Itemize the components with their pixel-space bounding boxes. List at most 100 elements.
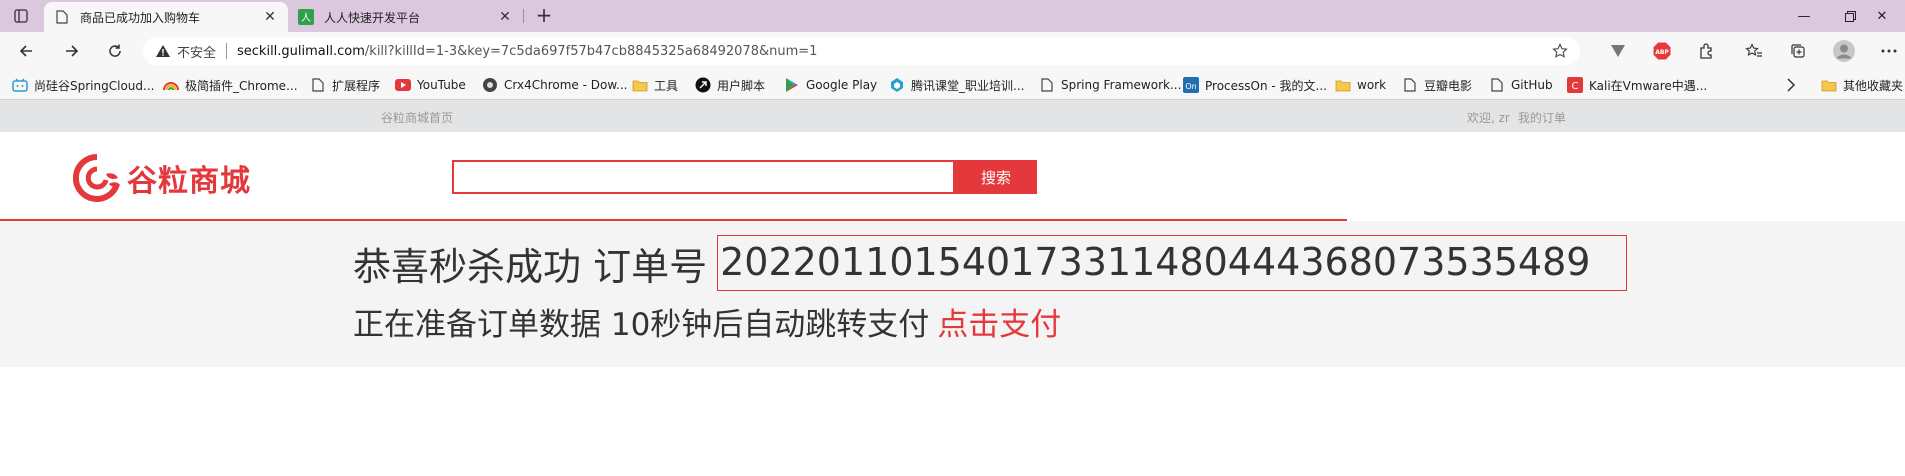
profile-avatar-icon[interactable] — [1832, 39, 1856, 63]
bookmark-label: 极简插件_Chrome... — [185, 78, 298, 93]
tencent-classroom-icon — [889, 77, 905, 93]
url-host: seckill.gulimall.com — [237, 43, 365, 59]
close-icon[interactable]: ✕ — [497, 9, 513, 25]
bookmark-label: 其他收藏夹 — [1843, 78, 1904, 93]
minimize-icon[interactable]: — — [1781, 0, 1827, 32]
bookmark-label: 尚硅谷SpringCloud... — [34, 78, 155, 93]
bookmark-label: ProcessOn - 我的文... — [1205, 78, 1327, 93]
page-icon — [310, 77, 326, 93]
bilibili-icon — [12, 77, 28, 93]
browser-toolbar: 不安全 seckill.gulimall.com/kill?killId=1-3… — [0, 32, 1905, 70]
bookmark-item[interactable]: Google Play — [784, 76, 877, 94]
url-text[interactable]: seckill.gulimall.com/kill?killId=1-3&key… — [237, 44, 817, 59]
bookmark-item[interactable]: 豆瓣电影 — [1402, 76, 1472, 94]
bookmark-item[interactable]: 扩展程序 — [310, 76, 380, 94]
page-icon — [1039, 77, 1055, 93]
page-content: 谷粒商城首页 欢迎, zr 我的订单 谷粒商城 搜索 恭喜秒杀成功 订单号 202… — [0, 100, 1905, 476]
bookmark-label: GitHub — [1511, 78, 1553, 92]
search-button[interactable]: 搜索 — [955, 160, 1037, 194]
bookmark-item[interactable]: YouTube — [395, 76, 466, 94]
page-icon — [1489, 77, 1505, 93]
address-bar[interactable]: 不安全 seckill.gulimall.com/kill?killId=1-3… — [143, 37, 1580, 65]
my-orders-link[interactable]: 我的订单 — [1518, 111, 1566, 125]
bookmark-item[interactable]: 极简插件_Chrome... — [163, 76, 298, 94]
page-icon — [54, 9, 70, 25]
address-divider — [226, 43, 228, 59]
tab-strip: 商品已成功加入购物车 ✕ 人 人人快速开发平台 ✕ + — ✕ — [0, 0, 1905, 32]
pay-link[interactable]: 点击支付 — [937, 307, 1061, 343]
folder-icon — [1821, 77, 1837, 93]
warning-icon[interactable] — [155, 43, 171, 59]
svg-text:人: 人 — [301, 12, 311, 24]
kali-icon: C — [1567, 77, 1583, 93]
bookmark-label: 工具 — [654, 78, 679, 93]
bookmark-label: Crx4Chrome - Dow... — [504, 78, 628, 92]
site-header: 谷粒商城 搜索 — [0, 132, 1905, 220]
bookmark-label: Kali在Vmware中遇... — [1589, 78, 1708, 93]
back-icon[interactable] — [14, 39, 38, 63]
svg-text:On: On — [1185, 82, 1196, 91]
tab-actions-icon[interactable] — [10, 6, 32, 26]
tab-renren[interactable]: 人 人人快速开发平台 ✕ — [288, 2, 523, 32]
bookmark-item[interactable]: On ProcessOn - 我的文... — [1183, 76, 1327, 94]
extension-v-icon[interactable] — [1606, 39, 1630, 63]
tab-cart-success[interactable]: 商品已成功加入购物车 ✕ — [44, 2, 288, 32]
bookmark-item[interactable]: GitHub — [1489, 76, 1553, 94]
userscript-icon — [695, 77, 711, 93]
redirect-message: 正在准备订单数据 10秒钟后自动跳转支付 点击支付 — [353, 299, 1061, 344]
home-link[interactable]: 谷粒商城首页 — [381, 109, 453, 126]
seckill-result: 恭喜秒杀成功 订单号 20220110154017331148044436807… — [0, 221, 1905, 367]
youtube-icon — [395, 77, 411, 93]
bookmark-label: 豆瓣电影 — [1424, 78, 1473, 93]
bookmark-label: Google Play — [806, 78, 878, 92]
success-text: 恭喜秒杀成功 订单号 — [353, 244, 708, 289]
folder-icon — [632, 77, 648, 93]
preparing-text: 正在准备订单数据 10秒钟后自动跳转支付 — [353, 307, 930, 343]
abp-label: ABP — [1655, 49, 1669, 56]
new-tab-button[interactable]: + — [533, 5, 555, 26]
folder-icon — [1335, 77, 1351, 93]
bookmark-label: 用户脚本 — [717, 78, 766, 93]
order-number: 202201101540173311480444368073535489 — [717, 235, 1628, 291]
renren-icon: 人 — [298, 9, 314, 25]
bookmarks-bar: 尚硅谷SpringCloud... 极简插件_Chrome... 扩展程序 Yo… — [0, 70, 1905, 100]
bookmark-item[interactable]: Crx4Chrome - Dow... — [482, 76, 628, 94]
tab-title: 人人快速开发平台 — [324, 10, 421, 25]
welcome-text[interactable]: 欢迎, zr — [1467, 111, 1510, 125]
rainbow-icon — [163, 77, 179, 93]
bookmark-item[interactable]: C Kali在Vmware中遇... — [1567, 76, 1707, 94]
bookmark-label: Spring Framework... — [1061, 78, 1182, 92]
bookmark-label: YouTube — [417, 78, 466, 92]
tab-divider — [523, 9, 524, 23]
bookmarks-overflow-icon[interactable] — [1786, 76, 1796, 94]
search-input[interactable] — [452, 160, 955, 194]
user-nav: 欢迎, zr 我的订单 — [1467, 109, 1574, 126]
close-icon[interactable]: ✕ — [262, 9, 278, 25]
crx4chrome-icon — [482, 77, 498, 93]
bookmark-item[interactable]: 腾讯课堂_职业培训... — [889, 76, 1024, 94]
extensions-icon[interactable] — [1694, 39, 1718, 63]
favorite-add-icon[interactable] — [1552, 43, 1568, 59]
window-close-icon[interactable]: ✕ — [1859, 0, 1905, 32]
refresh-icon[interactable] — [103, 39, 127, 63]
bookmark-label: 腾讯课堂_职业培训... — [911, 78, 1025, 93]
adblock-plus-icon[interactable]: ABP — [1650, 39, 1674, 63]
other-bookmarks-folder[interactable]: 其他收藏夹 — [1821, 76, 1903, 94]
processon-icon: On — [1183, 77, 1199, 93]
more-menu-icon[interactable] — [1877, 39, 1901, 63]
bookmark-folder[interactable]: work — [1335, 76, 1386, 94]
security-label[interactable]: 不安全 — [177, 42, 216, 61]
favorites-icon[interactable] — [1742, 39, 1766, 63]
grain-logo-icon — [73, 154, 120, 202]
bookmark-item[interactable]: 用户脚本 — [695, 76, 765, 94]
bookmark-item[interactable]: 尚硅谷SpringCloud... — [12, 76, 154, 94]
site-logo[interactable]: 谷粒商城 — [73, 152, 251, 204]
collections-icon[interactable] — [1786, 39, 1810, 63]
bookmark-item[interactable]: Spring Framework... — [1039, 76, 1181, 94]
success-message: 恭喜秒杀成功 订单号 20220110154017331148044436807… — [353, 235, 1628, 291]
tab-title: 商品已成功加入购物车 — [80, 10, 201, 25]
forward-icon[interactable] — [60, 39, 84, 63]
bookmark-label: work — [1357, 78, 1387, 92]
bookmark-folder[interactable]: 工具 — [632, 76, 678, 94]
google-play-icon — [784, 77, 800, 93]
